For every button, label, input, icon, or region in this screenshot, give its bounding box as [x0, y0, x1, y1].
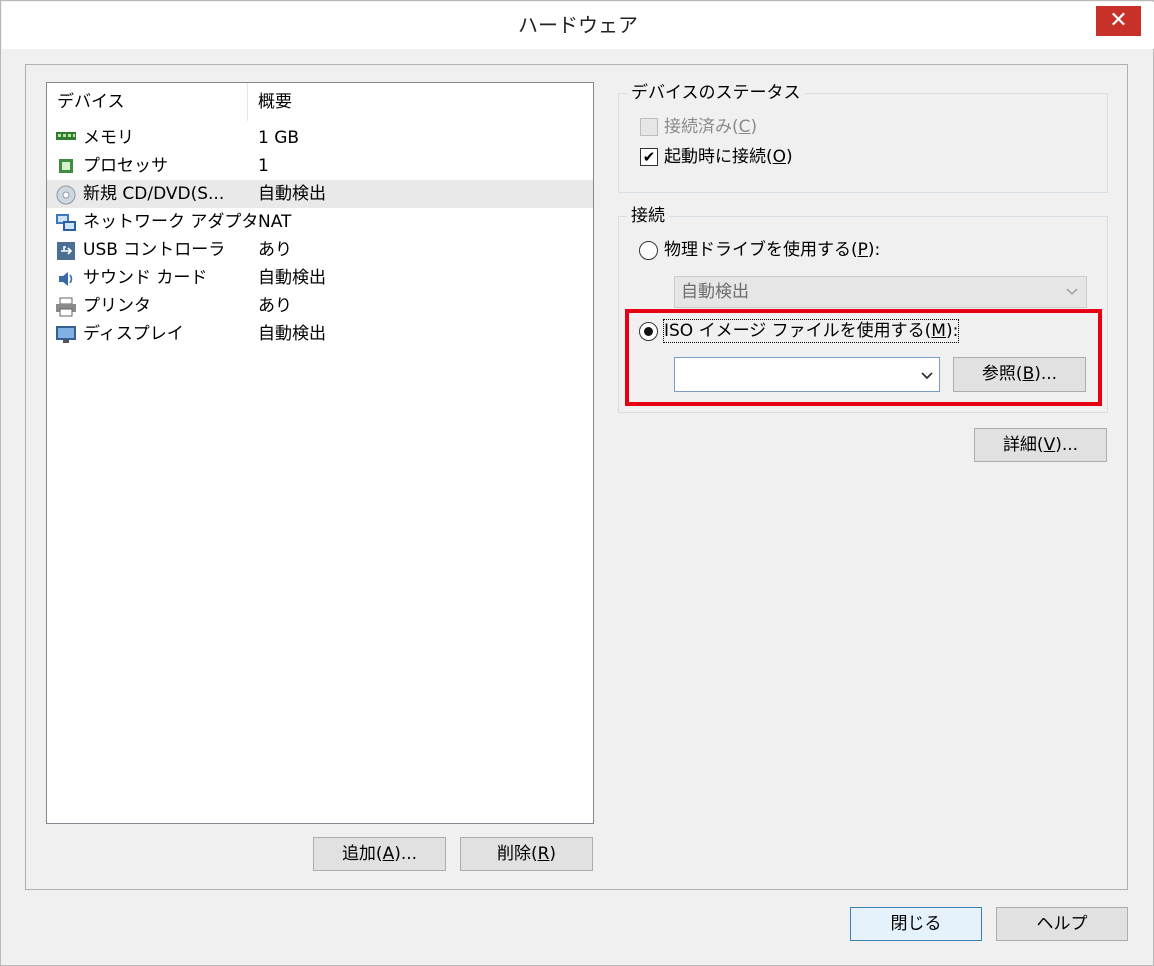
device-name: USB コントローラ	[83, 240, 226, 260]
memory-icon	[55, 129, 77, 147]
device-summary: 1	[258, 156, 269, 176]
device-row-processor[interactable]: プロセッサ 1	[47, 152, 593, 180]
device-name: 新規 CD/DVD(S...	[83, 184, 225, 204]
help-button[interactable]: ヘルプ	[996, 907, 1128, 941]
device-summary: 自動検出	[258, 184, 326, 204]
connect-at-power-on-label: 起動時に接続(O)	[664, 147, 793, 167]
device-status-group	[618, 93, 1108, 193]
device-row-network-adapter[interactable]: ネットワーク アダプタ NAT	[47, 208, 593, 236]
device-row-usb-controller[interactable]: USB コントローラ あり	[47, 236, 593, 264]
connected-label: 接続済み(C)	[664, 117, 758, 137]
close-button[interactable]: 閉じる	[850, 907, 982, 941]
add-device-button[interactable]: 追加(A)...	[313, 837, 446, 871]
device-row-sound-card[interactable]: サウンド カード 自動検出	[47, 264, 593, 292]
column-divider	[247, 83, 248, 121]
close-window-button[interactable]: ✕	[1096, 6, 1141, 36]
physical-drive-select[interactable]: 自動検出	[674, 276, 1087, 308]
device-row-display[interactable]: ディスプレイ 自動検出	[47, 320, 593, 348]
device-list[interactable]: デバイス 概要 メモリ 1 GB プロセッサ 1 新規 CD/DVD(S... …	[46, 82, 594, 824]
device-row-printer[interactable]: プリンタ あり	[47, 292, 593, 320]
printer-icon	[55, 297, 77, 317]
sound-card-icon	[55, 269, 77, 287]
column-header-device[interactable]: デバイス	[57, 83, 125, 121]
column-header-summary[interactable]: 概要	[258, 83, 292, 121]
device-name: ディスプレイ	[83, 324, 184, 344]
device-name: ネットワーク アダプタ	[83, 212, 259, 232]
highlight-annotation	[625, 309, 1102, 406]
processor-icon	[55, 157, 77, 175]
device-summary: あり	[258, 296, 292, 316]
device-summary: 自動検出	[258, 268, 326, 288]
device-summary: NAT	[258, 212, 292, 232]
title-bar: ハードウェア ✕	[2, 2, 1154, 49]
usb-icon	[55, 241, 77, 260]
device-row-memory[interactable]: メモリ 1 GB	[47, 124, 593, 152]
display-icon	[55, 325, 77, 343]
physical-drive-value: 自動検出	[681, 282, 749, 302]
physical-drive-label: 物理ドライブを使用する(P):	[664, 240, 881, 260]
connected-checkbox[interactable]	[640, 118, 658, 136]
device-summary: あり	[258, 240, 292, 260]
cd-dvd-icon	[55, 185, 77, 205]
network-adapter-icon	[55, 213, 77, 231]
remove-device-button[interactable]: 削除(R)	[460, 837, 593, 871]
device-status-label: デバイスのステータス	[627, 82, 805, 104]
device-summary: 自動検出	[258, 324, 326, 344]
connect-at-power-on-checkbox[interactable]: ✔	[640, 148, 658, 166]
device-summary: 1 GB	[258, 128, 300, 148]
connection-label: 接続	[627, 205, 669, 227]
device-name: プロセッサ	[83, 156, 168, 176]
physical-drive-radio[interactable]	[639, 241, 658, 260]
device-name: メモリ	[83, 128, 134, 148]
device-row-cd-dvd[interactable]: 新規 CD/DVD(S... 自動検出	[47, 180, 593, 208]
window-title: ハードウェア	[518, 13, 638, 37]
device-name: サウンド カード	[83, 268, 208, 288]
advanced-button[interactable]: 詳細(V)...	[974, 428, 1107, 462]
device-name: プリンタ	[83, 296, 151, 316]
chevron-down-icon	[1063, 285, 1081, 299]
